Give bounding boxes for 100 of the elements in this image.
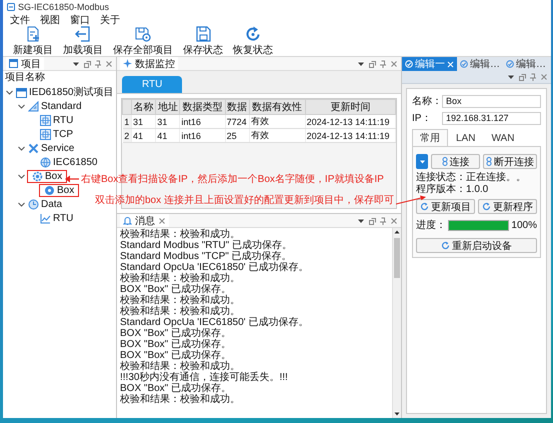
editor-tab[interactable]: 编辑…	[503, 57, 549, 71]
chevron-icon[interactable]	[17, 172, 26, 180]
log-line: Standard OpcUa 'IEC61850' 已成功保存。	[120, 317, 310, 328]
tree-item[interactable]: Box	[27, 170, 68, 182]
network-icon	[40, 114, 51, 126]
log-line: Standard OpcUa 'IEC61850' 已成功保存。	[120, 262, 310, 273]
scroll-down-icon[interactable]	[393, 410, 401, 418]
toolbar-button[interactable]: 保存状态	[181, 26, 225, 57]
log-line: BOX "Box" 已成功保存。	[120, 339, 232, 350]
gear-icon	[32, 170, 43, 182]
globe-icon	[40, 156, 51, 168]
check-circle-icon	[405, 60, 413, 68]
close-icon[interactable]	[390, 216, 398, 224]
name-field[interactable]: Box	[442, 94, 541, 108]
window-title: SG-IEC61850-Modbus	[18, 2, 110, 12]
column-header: 更新时间	[305, 100, 396, 114]
tree-item[interactable]: Box	[39, 184, 80, 196]
row-number: 1	[122, 114, 132, 128]
editor-tab[interactable]: 编辑…	[457, 57, 503, 71]
scrollbar[interactable]	[392, 228, 401, 418]
log-line: 校验和结果：校验和成功。	[120, 394, 241, 405]
chevron-icon[interactable]	[5, 88, 14, 96]
tree-item[interactable]: TCP	[39, 128, 74, 140]
tree-item[interactable]: Service	[27, 142, 76, 154]
floppy-gear-icon	[135, 26, 151, 42]
log-line: 校验和结果：校验和成功。	[120, 273, 241, 284]
tree-item[interactable]: Standard	[27, 100, 83, 112]
table-cell: 25	[225, 128, 250, 142]
table-cell: 31	[156, 114, 180, 128]
log-line: 校验和结果：校验和成功。	[120, 229, 241, 240]
connection-status: 连接状态：正在连接。。	[416, 172, 527, 184]
editor-tab[interactable]: 编辑一	[402, 57, 457, 71]
dropdown-button[interactable]	[416, 154, 428, 169]
log-line: 校验和结果：校验和成功。	[120, 306, 241, 317]
tree-item[interactable]: RTU	[39, 212, 74, 224]
pin-icon[interactable]	[94, 60, 102, 68]
menu-item[interactable]: 视图	[39, 13, 61, 27]
tree-item[interactable]: IEC61850	[39, 156, 98, 168]
tree-item[interactable]: IED61850测试项目	[15, 86, 114, 98]
float-window-icon[interactable]	[368, 216, 376, 224]
toolbar-button[interactable]: 加载项目	[61, 26, 105, 57]
dropdown-caret-icon[interactable]	[357, 216, 365, 224]
tools-icon	[28, 142, 39, 154]
log-line: Standard Modbus "TCP" 已成功保存。	[120, 251, 293, 262]
tree-header: 项目名称	[5, 71, 46, 85]
pin-icon[interactable]	[379, 216, 387, 224]
pin-icon[interactable]	[379, 60, 387, 68]
connect-button[interactable]: 连接	[431, 154, 480, 169]
disc-icon	[44, 184, 55, 196]
dropdown-caret-icon[interactable]	[72, 60, 80, 68]
import-arrow-icon	[75, 26, 91, 42]
update-program-button[interactable]: 更新程序	[478, 199, 537, 214]
update-project-button[interactable]: 更新项目	[416, 199, 475, 214]
document-plus-icon	[25, 26, 41, 42]
dropdown-caret-icon[interactable]	[507, 73, 515, 81]
toolbar-button[interactable]: 保存全部项目	[111, 26, 175, 57]
document-tab[interactable]: 数据监控	[120, 57, 178, 70]
menu-item[interactable]: 文件	[9, 13, 31, 27]
tab[interactable]: WAN	[483, 129, 522, 146]
tree-item[interactable]: RTU	[39, 114, 74, 126]
toolbar-button[interactable]: 恢复状态	[231, 26, 275, 57]
toolbar-button[interactable]: 新建项目	[11, 26, 55, 57]
progress-reading: 100%	[511, 220, 537, 230]
chevron-icon[interactable]	[17, 102, 26, 110]
menu-item[interactable]: 窗口	[69, 13, 91, 27]
float-window-icon[interactable]	[83, 60, 91, 68]
column-header: 名称	[132, 100, 156, 114]
progress-label: 进度：	[416, 218, 446, 232]
tab[interactable]: 常用	[412, 129, 448, 146]
chevron-icon[interactable]	[17, 144, 26, 152]
close-icon[interactable]	[158, 216, 166, 224]
log-line: BOX "Box" 已成功保存。	[120, 284, 232, 295]
field-label: IP：	[412, 112, 432, 125]
disconnect-button[interactable]: 断开连接	[483, 154, 537, 169]
table-cell: 41	[156, 128, 180, 142]
column-header: 数据有效性	[249, 100, 306, 114]
tab[interactable]: LAN	[448, 129, 484, 146]
close-icon[interactable]	[105, 60, 113, 68]
close-icon[interactable]	[390, 60, 398, 68]
float-window-icon[interactable]	[518, 73, 526, 81]
check-circle-icon	[506, 60, 514, 68]
table-cell: 2024-12-13 14:11:19	[305, 128, 396, 142]
network-icon	[40, 128, 51, 140]
dropdown-caret-icon[interactable]	[357, 60, 365, 68]
close-icon[interactable]	[540, 73, 548, 81]
field-label: 名称：	[412, 95, 440, 108]
pin-icon[interactable]	[529, 73, 537, 81]
caret-icon	[418, 158, 426, 165]
menu-item[interactable]: 关于	[99, 13, 121, 27]
ip-field[interactable]: 192.168.31.127	[442, 112, 541, 124]
restart-device-button[interactable]: 重新启动设备	[416, 238, 537, 253]
table-cell: int16	[180, 114, 226, 128]
clock-icon	[28, 198, 39, 210]
table-cell: 31	[132, 114, 156, 128]
log-line: BOX "Box" 已成功保存。	[120, 383, 232, 394]
float-window-icon[interactable]	[368, 60, 376, 68]
tree-item[interactable]: Data	[27, 198, 64, 210]
chevron-icon[interactable]	[17, 200, 26, 208]
bell-icon	[123, 216, 132, 225]
log-line: 校验和结果：校验和成功。	[120, 361, 240, 372]
